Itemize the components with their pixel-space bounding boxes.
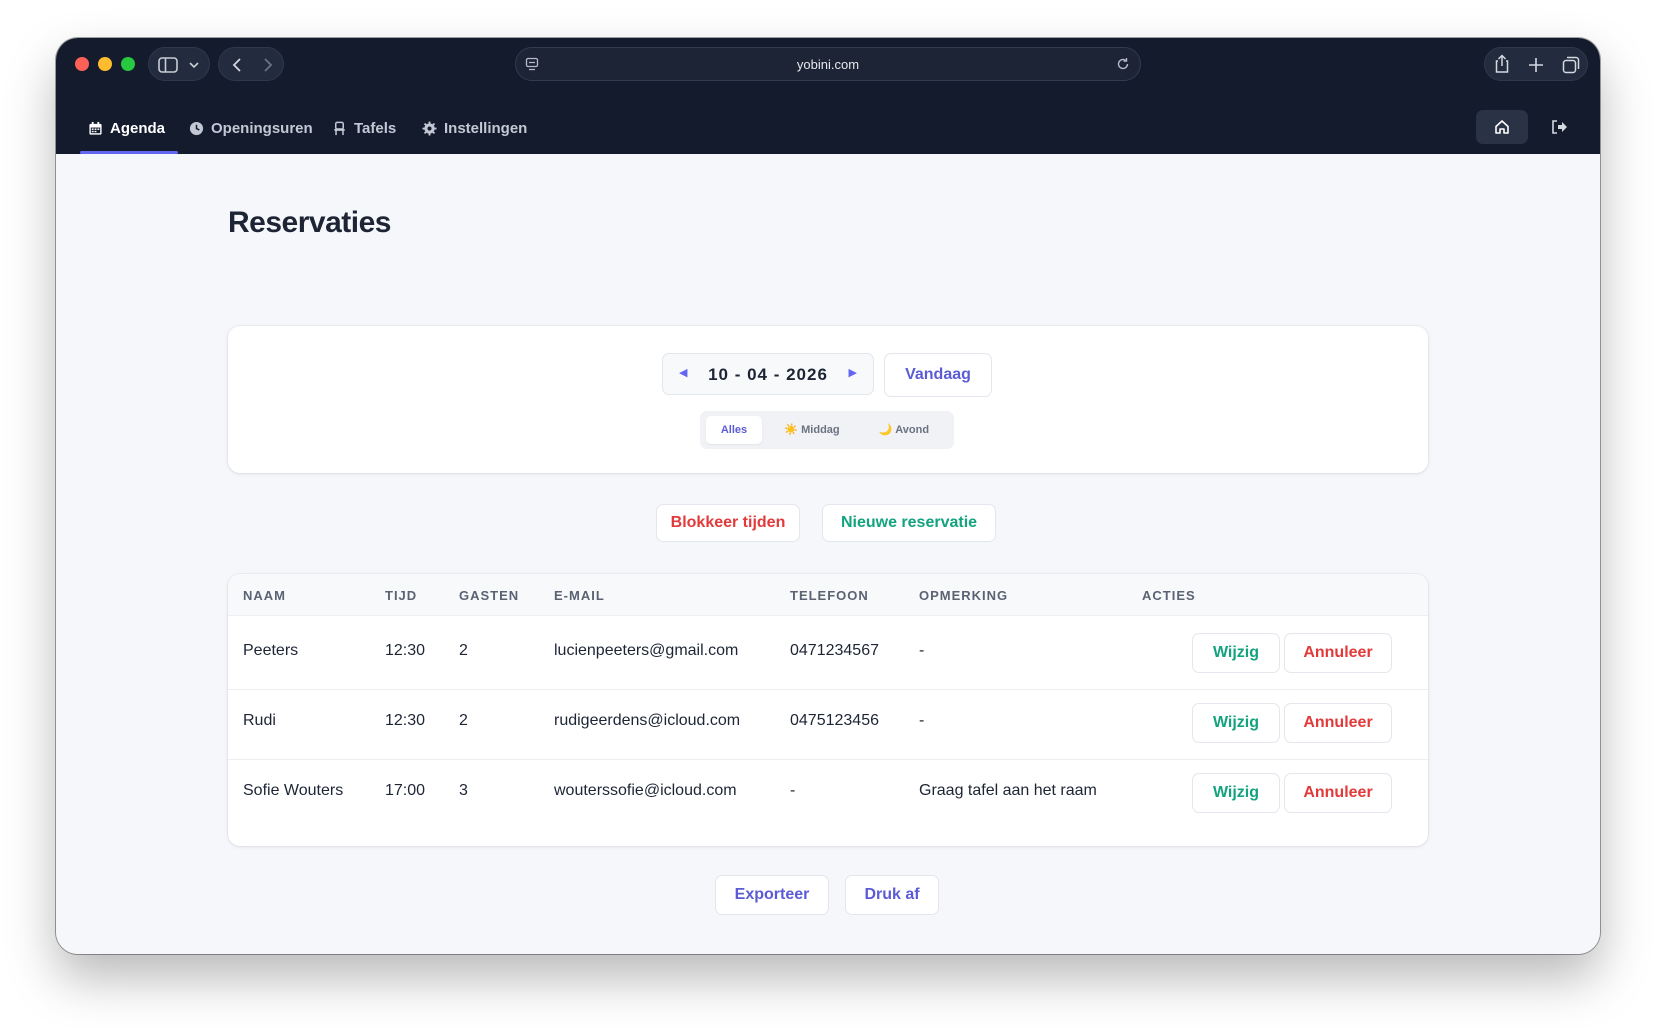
minimize-window-button[interactable] (98, 57, 112, 71)
address-bar[interactable]: yobini.com (515, 47, 1141, 81)
history-nav (218, 47, 284, 81)
edit-button[interactable]: Wijzig (1192, 773, 1280, 813)
cell-email: rudigeerdens@icloud.com (554, 712, 741, 729)
cell-email: wouterssofie@icloud.com (554, 782, 737, 799)
nav-item-instellingen[interactable]: Instellingen (422, 102, 527, 154)
cell-time: 12:30 (385, 642, 426, 659)
home-icon (1495, 120, 1509, 134)
main-content: Reservaties ◀ 10 - 04 - 2026 ▶ Vandaag A… (56, 154, 1600, 954)
nav-label-instellingen: Instellingen (444, 119, 528, 137)
cell-guests: 2 (459, 712, 468, 729)
filter-dinner[interactable]: 🌙 Avond (862, 416, 946, 444)
column-header-email: E-MAIL (554, 588, 605, 603)
next-day-button[interactable]: ▶ (849, 366, 857, 379)
nav-item-openingsuren[interactable]: Openingsuren (189, 102, 313, 154)
page-title: Reservaties (228, 206, 391, 239)
browser-window: yobini.com Agenda Openingsuren Tafels In… (56, 38, 1600, 954)
cell-phone: 0471234567 (790, 642, 879, 659)
nav-label-agenda: Agenda (110, 119, 166, 137)
cell-note: - (919, 712, 925, 729)
back-icon[interactable] (232, 57, 242, 73)
column-header-phone: TELEFOON (790, 588, 869, 603)
column-header-note: OPMERKING (919, 588, 1009, 603)
column-header-name: NAAM (243, 588, 286, 603)
cancel-reservation-button[interactable]: Annuleer (1284, 633, 1392, 673)
maximize-window-button[interactable] (121, 57, 135, 71)
date-filter-card: ◀ 10 - 04 - 2026 ▶ Vandaag Alles ☀️ Midd… (228, 326, 1428, 473)
cell-time: 12:30 (385, 712, 426, 729)
reservations-table: NAAM TIJD GASTEN E-MAIL TELEFOON OPMERKI… (228, 574, 1428, 846)
browser-toolbar-right (1484, 47, 1588, 81)
chevron-down-icon (189, 62, 199, 69)
tab-overview-icon[interactable] (1562, 56, 1580, 74)
block-times-button[interactable]: Blokkeer tijden (656, 504, 800, 542)
cell-phone: - (790, 782, 796, 799)
calendar-icon (89, 121, 102, 135)
close-window-button[interactable] (75, 57, 89, 71)
filter-lunch[interactable]: ☀️ Middag (770, 416, 854, 444)
nav-item-agenda[interactable]: Agenda (88, 102, 165, 154)
logout-button[interactable] (1542, 110, 1576, 144)
cell-guests: 2 (459, 642, 468, 659)
home-button[interactable] (1476, 110, 1528, 144)
clock-icon (189, 121, 204, 135)
nav-label-tafels: Tafels (354, 119, 397, 137)
chair-icon (334, 121, 345, 135)
column-header-guests: GASTEN (459, 588, 520, 603)
column-header-actions: ACTIES (1142, 588, 1196, 603)
browser-titlebar: yobini.com Agenda Openingsuren Tafels In… (56, 38, 1600, 154)
table-row: Rudi 12:30 2 rudigeerdens@icloud.com 047… (228, 686, 1428, 760)
table-row: Peeters 12:30 2 lucienpeeters@gmail.com … (228, 616, 1428, 690)
share-icon[interactable] (1493, 54, 1511, 74)
cell-email: lucienpeeters@gmail.com (554, 642, 739, 659)
url-text: yobini.com (796, 57, 860, 72)
app-navbar: Agenda Openingsuren Tafels Instellingen (56, 102, 1600, 154)
cell-phone: 0475123456 (790, 712, 879, 729)
edit-button[interactable]: Wijzig (1192, 703, 1280, 743)
sidebar-icon (158, 57, 178, 73)
cell-name: Rudi (243, 712, 276, 729)
service-filter: Alles ☀️ Middag 🌙 Avond (700, 411, 954, 449)
cancel-reservation-button[interactable]: Annuleer (1284, 773, 1392, 813)
sidebar-toggle-button[interactable] (148, 47, 210, 81)
edit-button[interactable]: Wijzig (1192, 633, 1280, 673)
logout-icon (1552, 120, 1567, 134)
table-header: NAAM TIJD GASTEN E-MAIL TELEFOON OPMERKI… (228, 574, 1428, 616)
filter-all[interactable]: Alles (706, 416, 762, 444)
cancel-reservation-button[interactable]: Annuleer (1284, 703, 1392, 743)
export-button[interactable]: Exporteer (715, 875, 829, 915)
cell-note: - (919, 642, 925, 659)
table-row: Sofie Wouters 17:00 3 wouterssofie@iclou… (228, 756, 1428, 830)
cell-note: Graag tafel aan het raam (919, 782, 1097, 799)
column-header-time: TIJD (385, 588, 418, 603)
nav-item-tafels[interactable]: Tafels (332, 102, 396, 154)
cell-name: Sofie Wouters (243, 782, 344, 799)
reload-icon[interactable] (1116, 57, 1130, 71)
today-button[interactable]: Vandaag (884, 353, 992, 397)
cell-guests: 3 (459, 782, 468, 799)
gear-icon (422, 120, 437, 136)
nav-label-openingsuren: Openingsuren (211, 119, 313, 137)
forward-icon[interactable] (263, 57, 273, 73)
date-picker[interactable]: ◀ 10 - 04 - 2026 ▶ (662, 353, 874, 395)
print-button[interactable]: Druk af (845, 875, 939, 915)
new-reservation-button[interactable]: Nieuwe reservatie (822, 504, 996, 542)
new-tab-icon[interactable] (1528, 57, 1544, 73)
cell-time: 17:00 (385, 782, 426, 799)
selected-date: 10 - 04 - 2026 (708, 365, 828, 384)
cell-name: Peeters (243, 642, 299, 659)
